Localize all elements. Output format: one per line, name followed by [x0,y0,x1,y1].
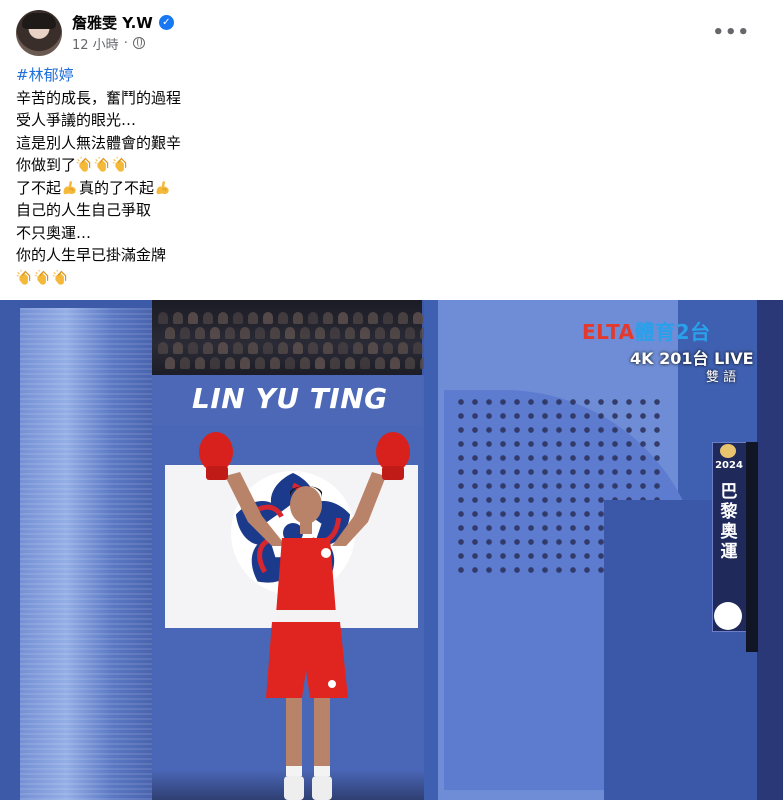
post-text-line: 受人爭議的眼光… [16,109,756,132]
post-text-line: 辛苦的成長，奮鬥的過程 [16,87,756,110]
text-segment: 你的人生早已掛滿金牌 [16,246,167,264]
clapping-hands-icon [94,156,109,172]
text-segment: 受人爭議的眼光… [16,111,137,129]
post-timestamp[interactable]: 12 小時 [72,34,119,53]
post-text-line: 自己的人生自己爭取 [16,199,756,222]
post-text-line: 了不起 真的了不起 [16,177,756,200]
post-text-line: 你做到了 [16,154,756,177]
meta-separator: · [123,35,128,51]
paris-2024-logo-icon [720,444,736,458]
post-text-line [16,267,756,290]
olympics-year: 2024 [715,460,743,471]
post-text: #林郁婷辛苦的成長，奮鬥的過程 受人爭議的眼光… 這是別人無法體會的艱辛 你做到了了不… [16,64,756,289]
verified-badge-icon: ✓ [158,14,174,30]
post-text-line[interactable]: #林郁婷 [16,64,756,87]
text-segment: 辛苦的成長，奮鬥的過程 [16,88,182,107]
post-header: 詹雅雯 Y.W ✓ 12 小時 · ••• [16,10,766,58]
clapping-hands-icon [16,269,31,285]
text-segment: 你做到了 [16,156,77,174]
author-name[interactable]: 詹雅雯 Y.W [72,12,153,33]
chinese-taipei-emblem-icon [714,602,742,630]
clapping-hands-icon [52,269,67,285]
bilingual-label: 雙 語 [706,370,737,385]
post-photo[interactable]: LIN YU TING ELTA體育2台 4K 201台 LIVE 雙 語 20… [0,300,783,800]
olympics-label: 巴黎奧運 [720,482,738,562]
text-segment: 真的了不起 [79,178,155,197]
flexed-biceps-icon [156,180,169,194]
more-options-button[interactable]: ••• [712,22,750,43]
text-segment: 這是別人無法體會的艱辛 [16,133,182,152]
author-row: 詹雅雯 Y.W ✓ [72,12,174,32]
author-avatar[interactable] [16,10,62,56]
text-segment: 自己的人生自己爭取 [16,201,152,219]
facebook-post: 詹雅雯 Y.W ✓ 12 小時 · ••• #林郁婷辛苦的成長，奮鬥的過程 受人爭… [0,0,783,800]
text-segment: 不只奧運… [16,223,92,242]
boxer-figure [199,432,410,800]
post-text-line: 這是別人無法體會的艱辛 [16,132,756,155]
channel-logo: ELTA體育2台 [582,320,711,344]
text-segment: 了不起 [16,178,62,197]
hashtag-link[interactable]: #林郁婷 [16,66,74,84]
post-text-line: 不只奧運… [16,222,756,245]
post-meta: 12 小時 · [72,34,145,53]
event-info-strip [746,442,758,652]
clapping-hands-icon [76,156,91,172]
flexed-biceps-icon [63,180,76,194]
public-audience-icon[interactable] [132,37,145,49]
clapping-hands-icon [34,269,49,285]
post-text-line: 你的人生早已掛滿金牌 [16,244,756,267]
clapping-hands-icon [112,156,127,172]
